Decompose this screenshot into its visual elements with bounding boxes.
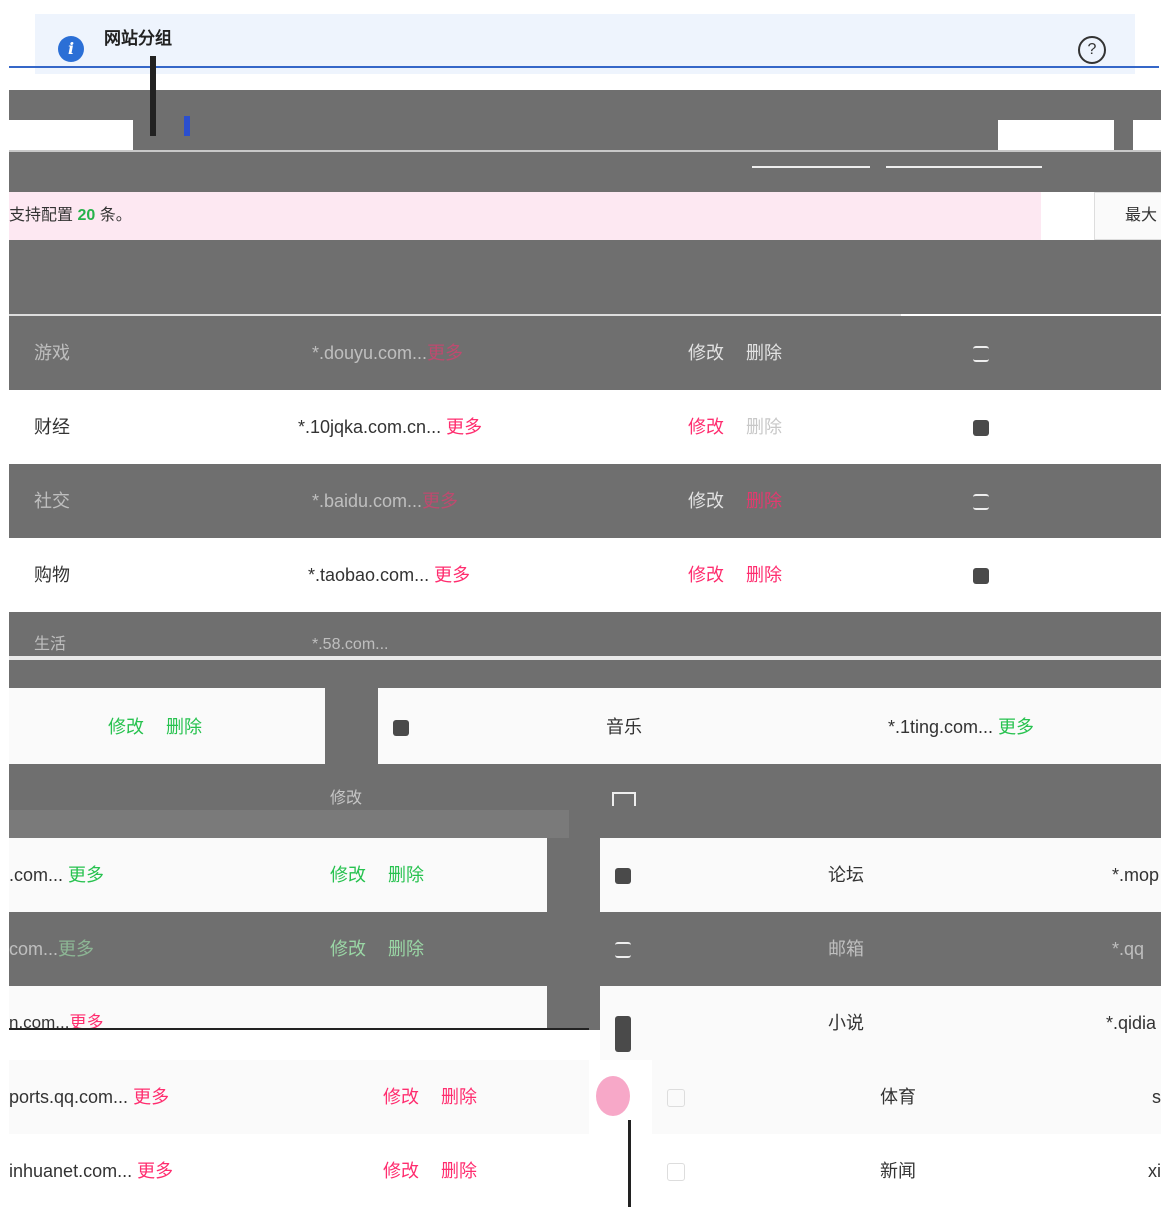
notice-suffix: 条。 — [99, 207, 132, 224]
row-checkbox[interactable] — [615, 1016, 631, 1052]
divider — [9, 1028, 589, 1030]
row-domain: .com... 更多 — [9, 865, 105, 885]
row-checkbox[interactable] — [973, 420, 989, 436]
row-name: 小说 — [828, 1013, 864, 1033]
edit-button[interactable]: 修改 — [330, 838, 366, 912]
edit-button[interactable]: 修改 — [688, 390, 724, 464]
divider — [184, 116, 190, 136]
row-name: 论坛 — [828, 865, 864, 885]
row-checkbox[interactable] — [973, 494, 989, 510]
edit-button[interactable]: 修改 — [688, 316, 724, 390]
row-domain: *.qidia — [1106, 1013, 1157, 1033]
row-domain: s — [1152, 1087, 1161, 1107]
divider — [547, 838, 600, 912]
divider — [9, 656, 1161, 660]
row-name: 生活 — [34, 636, 67, 653]
more-link[interactable]: 更多 — [68, 865, 104, 885]
delete-button[interactable]: 删除 — [746, 316, 782, 390]
table-row — [378, 688, 1161, 764]
toolbar-button[interactable] — [1133, 120, 1161, 150]
divider — [150, 56, 156, 136]
edit-button[interactable]: 修改 — [330, 912, 366, 986]
row-checkbox[interactable] — [973, 346, 989, 362]
table-header — [9, 240, 1161, 314]
delete-button[interactable]: 删除 — [166, 690, 202, 764]
row-domain: xi — [1148, 1161, 1161, 1181]
max-label: 最大 — [1094, 192, 1161, 240]
row-name: 购物 — [34, 565, 70, 585]
info-icon: i — [58, 36, 84, 62]
edit-button[interactable]: 修改 — [688, 464, 724, 538]
filter-input[interactable] — [752, 156, 870, 168]
more-link[interactable]: 更多 — [427, 343, 463, 363]
row-checkbox[interactable] — [973, 568, 989, 584]
row-checkbox[interactable] — [612, 792, 636, 806]
notice-bar: 支持配置 20 条。 — [9, 192, 1041, 240]
row-checkbox[interactable] — [615, 868, 631, 884]
delete-button[interactable]: 删除 — [746, 464, 782, 538]
banner-title: 网站分组 — [104, 29, 172, 48]
edit-button[interactable]: 修改 — [383, 1060, 419, 1134]
toolbar — [9, 90, 1161, 192]
row-domain: *.1ting.com... 更多 — [888, 717, 1035, 737]
edit-button[interactable]: 修改 — [688, 538, 724, 612]
delete-button[interactable]: 删除 — [441, 1134, 477, 1208]
edit-button[interactable]: 修改 — [383, 1134, 419, 1208]
more-link[interactable]: 更多 — [446, 417, 482, 437]
row-domain: *.taobao.com... 更多 — [308, 565, 471, 585]
notice-count: 20 — [77, 207, 96, 224]
row-name: 体育 — [880, 1087, 916, 1107]
row-checkbox[interactable] — [667, 1089, 685, 1107]
table-row — [9, 810, 569, 838]
search-input[interactable] — [886, 156, 1042, 168]
row-domain: *.mop — [1112, 865, 1160, 885]
notice-prefix: 支持配置 — [9, 207, 74, 224]
table-row — [9, 912, 1161, 986]
toolbar-button[interactable] — [998, 120, 1114, 150]
row-name: 财经 — [34, 417, 70, 437]
row-domain: inhuanet.com... 更多 — [9, 1161, 174, 1181]
row-name: 新闻 — [880, 1161, 916, 1181]
row-name: 音乐 — [606, 717, 642, 737]
row-checkbox[interactable] — [667, 1163, 685, 1181]
row-domain: com...更多 — [9, 939, 95, 959]
row-domain: n.com...更多 — [9, 1013, 104, 1032]
row-domain: *.baidu.com...更多 — [312, 491, 459, 511]
delete-button[interactable]: 删除 — [746, 538, 782, 612]
row-name: 游戏 — [34, 343, 70, 363]
table-row — [600, 838, 1161, 912]
row-name: 社交 — [34, 491, 70, 511]
divider — [547, 986, 600, 1030]
row-domain: ports.qq.com... 更多 — [9, 1087, 170, 1107]
delete-button[interactable]: 删除 — [388, 912, 424, 986]
more-link[interactable]: 更多 — [422, 491, 458, 511]
more-link[interactable]: 更多 — [58, 939, 94, 959]
row-checkbox[interactable] — [393, 720, 409, 736]
row-domain: *.douyu.com...更多 — [312, 343, 464, 363]
edit-button[interactable]: 修改 — [108, 690, 144, 764]
delete-button[interactable]: 删除 — [746, 390, 782, 464]
divider — [628, 1120, 631, 1207]
avatar-icon — [596, 1076, 630, 1116]
row-name: 邮箱 — [828, 939, 864, 959]
row-domain: *.10jqka.com.cn... 更多 — [298, 417, 483, 437]
divider — [9, 150, 1161, 152]
table-row — [600, 986, 1161, 1060]
row-checkbox[interactable] — [615, 942, 631, 958]
more-link[interactable]: 更多 — [998, 717, 1034, 737]
delete-button[interactable]: 删除 — [441, 1060, 477, 1134]
more-link[interactable]: 更多 — [434, 565, 470, 585]
more-link[interactable]: 更多 — [137, 1161, 173, 1181]
more-link[interactable]: 更多 — [133, 1087, 169, 1107]
divider — [325, 660, 378, 764]
info-banner — [35, 14, 1135, 74]
divider — [9, 66, 1159, 68]
row-domain: *.qq — [1112, 939, 1145, 959]
delete-button[interactable]: 删除 — [388, 838, 424, 912]
help-icon[interactable]: ? — [1078, 36, 1106, 64]
toolbar-button[interactable] — [9, 120, 133, 150]
table-row — [9, 612, 1161, 688]
edit-button[interactable]: 修改 — [330, 784, 362, 808]
